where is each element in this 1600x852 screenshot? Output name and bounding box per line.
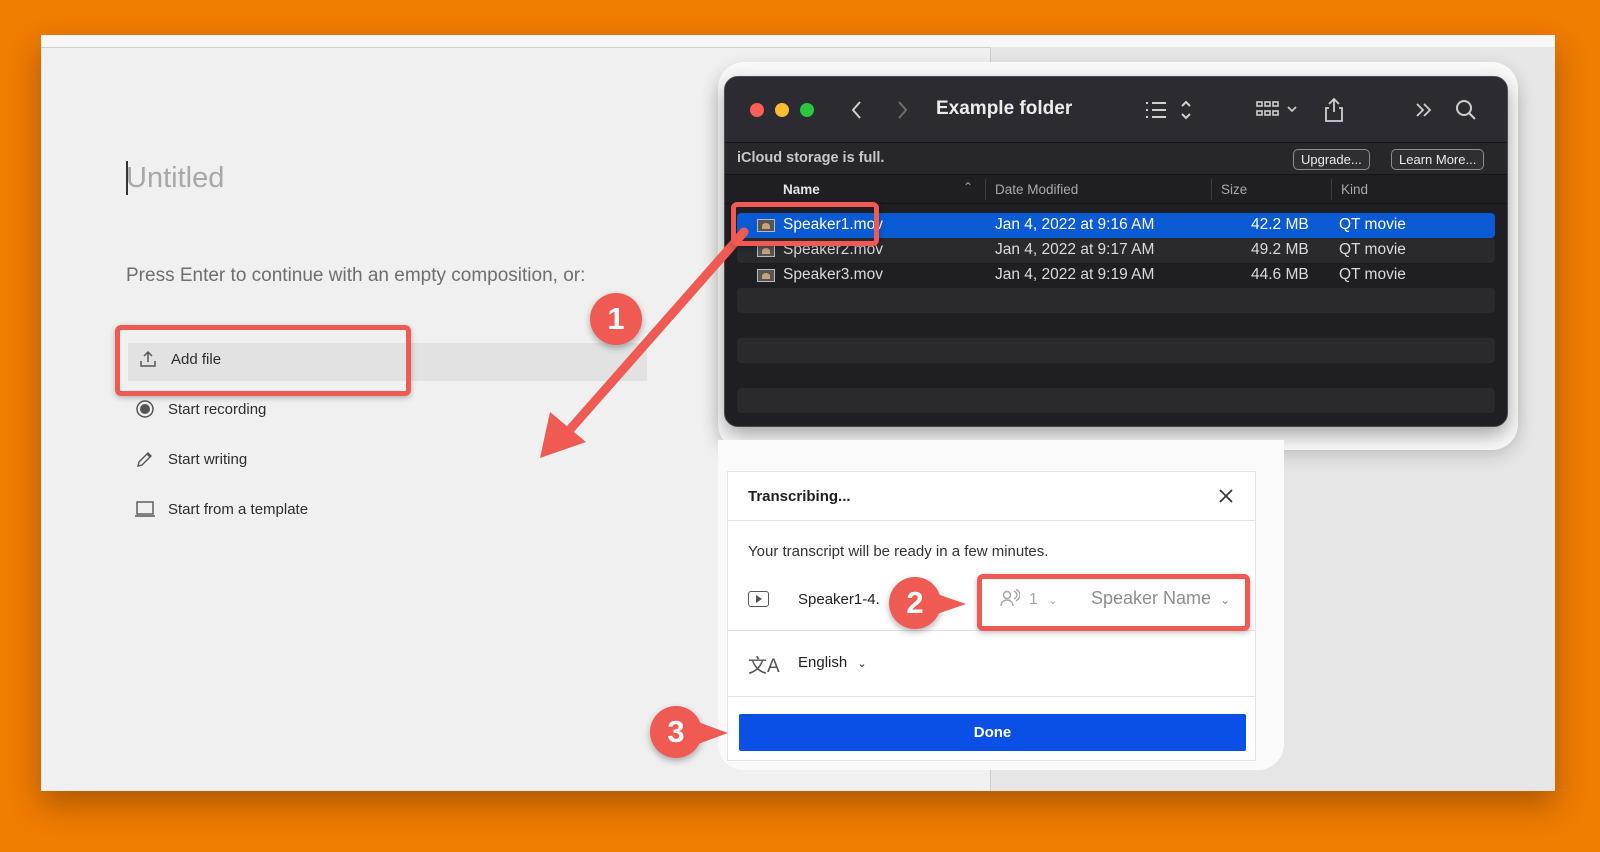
badge-pointers (698, 594, 966, 744)
